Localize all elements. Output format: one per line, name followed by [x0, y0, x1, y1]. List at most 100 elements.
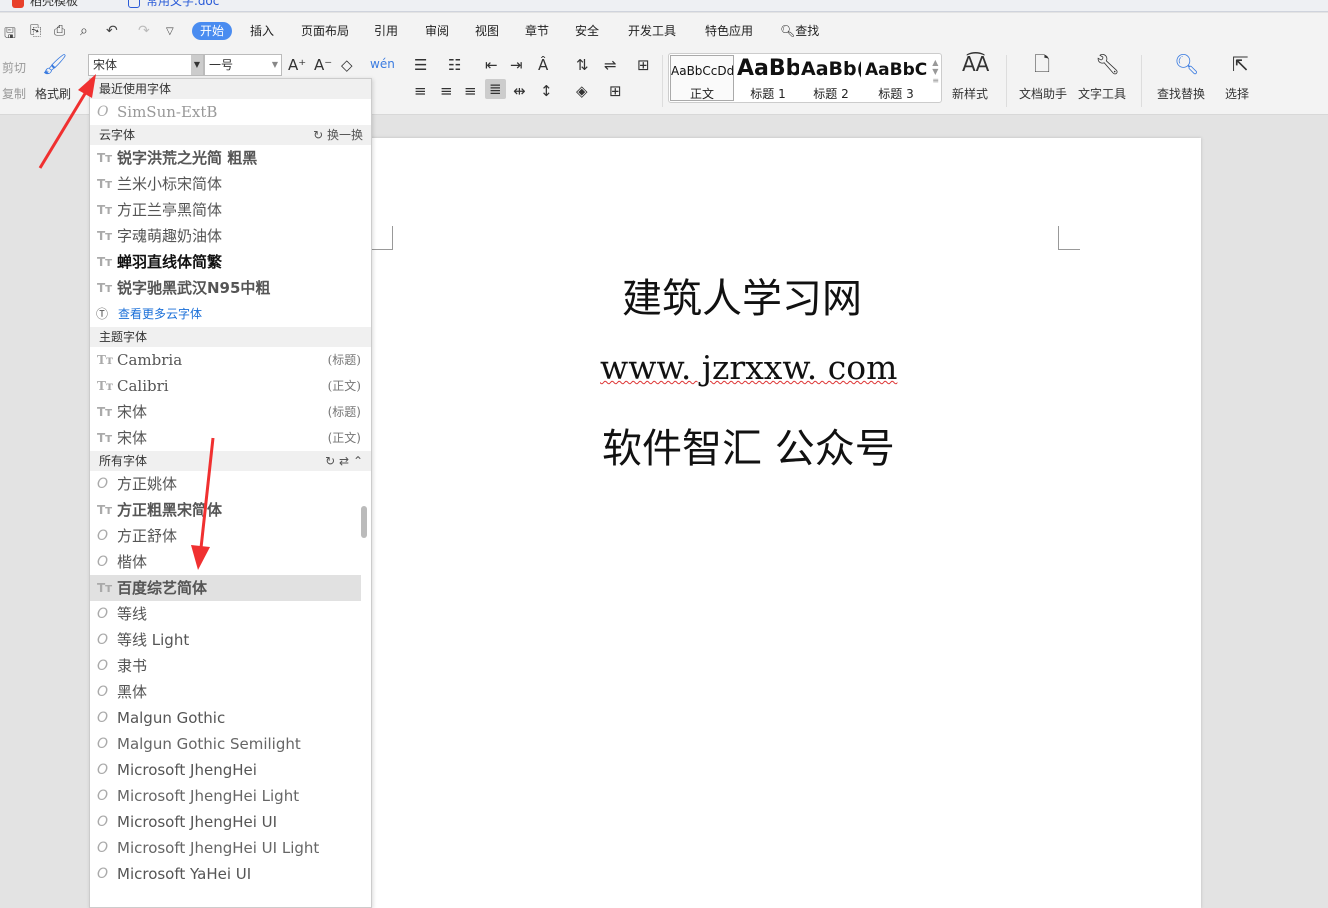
font-list-item[interactable]: Tт 方正兰亭黑简体: [90, 197, 371, 223]
menu-references[interactable]: 引用: [366, 22, 406, 40]
font-list-item[interactable]: O Microsoft JhengHei UI Light: [90, 835, 371, 861]
collapse-icon[interactable]: ⌃: [353, 454, 363, 468]
font-list-item[interactable]: Tт Calibri (正文): [90, 373, 371, 399]
font-size-select[interactable]: 一号 ▼: [204, 54, 282, 76]
copy-button[interactable]: 复制: [2, 85, 26, 102]
line-spacing-icon[interactable]: ↕: [540, 82, 553, 100]
menu-developer[interactable]: 开发工具: [620, 22, 684, 40]
font-list-item[interactable]: O 方正姚体: [90, 471, 371, 497]
more-cloud-fonts-link[interactable]: Ⓣ 查看更多云字体: [90, 301, 371, 327]
numbering-icon[interactable]: ☷: [448, 56, 461, 74]
new-style-button[interactable]: 新样式: [952, 85, 988, 102]
font-list-item[interactable]: Tт 宋体 (正文): [90, 425, 371, 451]
increase-indent-icon[interactable]: ⇥: [510, 56, 523, 74]
export-icon[interactable]: ⎘: [30, 23, 41, 39]
chevron-down-icon[interactable]: ▼: [272, 55, 278, 75]
font-list-item[interactable]: O 等线: [90, 601, 371, 627]
customize-dropdown-icon[interactable]: ▽: [166, 26, 174, 37]
menu-features[interactable]: 特色应用: [697, 22, 761, 40]
font-list-item[interactable]: O SimSun-ExtB: [90, 99, 371, 125]
font-list-item[interactable]: Tт 兰米小标宋简体: [90, 171, 371, 197]
phonetic-guide-icon[interactable]: wén: [370, 55, 395, 73]
tab-document[interactable]: 常用文字.doc: [120, 0, 219, 12]
doc-helper-button[interactable]: 文档助手: [1019, 85, 1067, 102]
print-preview-icon[interactable]: ⌕: [80, 23, 88, 39]
decrease-indent-icon[interactable]: ⇤: [485, 56, 498, 74]
save-icon[interactable]: 🖫: [4, 23, 16, 47]
font-list-item[interactable]: O Microsoft JhengHei UI: [90, 809, 371, 835]
find-replace-button[interactable]: 查找替换: [1157, 85, 1205, 102]
wrench-icon[interactable]: 🔧︎: [1095, 54, 1120, 74]
print-icon[interactable]: ⎙: [54, 23, 65, 39]
font-list-item[interactable]: Tт 锐字洪荒之光简 粗黑: [90, 145, 371, 171]
style-heading1[interactable]: AaBb: [737, 56, 799, 81]
line-break-icon[interactable]: ⇌: [604, 56, 617, 74]
cursor-icon[interactable]: ⇱: [1232, 54, 1249, 74]
refresh-icon[interactable]: ↻: [325, 454, 335, 468]
font-list-item[interactable]: Tт 宋体 (标题): [90, 399, 371, 425]
font-list-item[interactable]: Tт Cambria (标题): [90, 347, 371, 373]
font-name-select[interactable]: 宋体 ▼: [88, 54, 204, 76]
align-left-icon[interactable]: ≡: [414, 82, 427, 100]
shuffle-icon[interactable]: ⇄: [339, 454, 349, 468]
select-button[interactable]: 选择: [1225, 85, 1249, 102]
font-list-item[interactable]: O 黑体: [90, 679, 371, 705]
font-list-scrollbar[interactable]: [361, 506, 367, 538]
format-painter-button[interactable]: 格式刷: [35, 85, 71, 102]
align-center-icon[interactable]: ≡: [440, 82, 453, 100]
menu-chapter[interactable]: 章节: [517, 22, 557, 40]
font-list-item[interactable]: O Microsoft YaHei UI: [90, 861, 371, 887]
menu-security[interactable]: 安全: [567, 22, 607, 40]
font-list-item[interactable]: Tт 字魂萌趣奶油体: [90, 223, 371, 249]
font-list-item[interactable]: Tт 蝉羽直线体简繁: [90, 249, 371, 275]
char-spacing-icon[interactable]: Â: [538, 56, 548, 74]
find-replace-icon[interactable]: 🔍︎: [1174, 54, 1199, 74]
refresh-cloud-button[interactable]: ↻ 换一换: [313, 125, 363, 145]
align-right-icon[interactable]: ≡: [464, 82, 477, 100]
cut-button[interactable]: 剪切: [2, 59, 26, 76]
style-label: 标题 1: [750, 87, 786, 101]
font-list-item[interactable]: O Microsoft JhengHei Light: [90, 783, 371, 809]
chevron-down-icon[interactable]: ▼: [191, 55, 203, 75]
menu-page-layout[interactable]: 页面布局: [293, 22, 357, 40]
sort-icon[interactable]: ⇅: [576, 56, 589, 74]
menu-view[interactable]: 视图: [467, 22, 507, 40]
font-list-item[interactable]: O 等线 Light: [90, 627, 371, 653]
menu-insert[interactable]: 插入: [242, 22, 282, 40]
style-heading2[interactable]: AaBb(: [801, 58, 861, 80]
font-list-item[interactable]: Tт 百度综艺简体: [90, 575, 361, 601]
clear-format-icon[interactable]: ◇: [341, 56, 353, 74]
font-list-item[interactable]: Tт 方正粗黑宋简体: [90, 497, 371, 523]
menu-search[interactable]: 🔍︎查找: [772, 22, 827, 40]
font-list-item[interactable]: O Microsoft JhengHei: [90, 757, 371, 783]
borders-icon[interactable]: ⊞: [609, 82, 622, 100]
font-list-item[interactable]: O Malgun Gothic Semilight: [90, 731, 371, 757]
font-list-item[interactable]: O 方正舒体: [90, 523, 371, 549]
undo-icon[interactable]: ↶: [106, 23, 118, 39]
shrink-font-icon[interactable]: A⁻: [314, 56, 332, 74]
bullets-icon[interactable]: ☰: [414, 56, 427, 74]
format-painter-icon[interactable]: 🖌︎: [42, 54, 67, 74]
doc-helper-icon[interactable]: 🗋: [1034, 54, 1050, 74]
distributed-icon[interactable]: ⇹: [513, 82, 526, 100]
redo-icon[interactable]: ↷: [138, 23, 150, 39]
font-list-item[interactable]: O 楷体: [90, 549, 371, 575]
document-page[interactable]: 建筑人学习网 www. jzrxxw. com 软件智汇 公众号: [270, 138, 1201, 908]
font-list-item[interactable]: O 隶书: [90, 653, 371, 679]
justify-icon[interactable]: ≣: [485, 79, 506, 99]
menu-review[interactable]: 审阅: [417, 22, 457, 40]
opentype-font-icon: O: [97, 104, 109, 120]
text-tools-button[interactable]: 文字工具: [1078, 85, 1126, 102]
doc-line-title: 建筑人学习网: [622, 276, 862, 322]
shading-icon[interactable]: ◈: [576, 82, 588, 100]
new-style-icon[interactable]: A͡A: [962, 54, 989, 74]
menu-home[interactable]: 开始: [192, 22, 233, 40]
grow-font-icon[interactable]: A⁺: [288, 56, 306, 74]
tab-docer[interactable]: 稻壳模板: [4, 0, 78, 12]
table-icon[interactable]: ⊞: [637, 56, 650, 74]
style-heading3[interactable]: AaBbC(: [865, 60, 927, 80]
font-list-item[interactable]: O Malgun Gothic: [90, 705, 371, 731]
gallery-scroll-icon[interactable]: ▲ ▼ ≡: [932, 58, 939, 85]
doc-line-url: www. jzrxxw. com: [600, 348, 898, 387]
font-list-item[interactable]: Tт 锐字驰黑武汉N95中粗: [90, 275, 371, 301]
